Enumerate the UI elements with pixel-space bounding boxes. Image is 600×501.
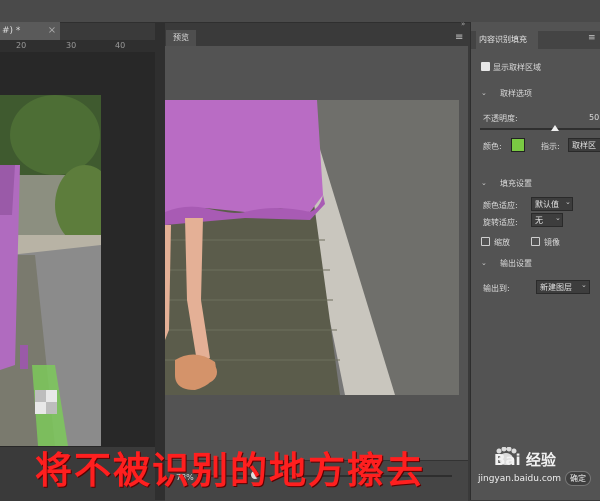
tutorial-caption: 将不被识别的地方擦去 xyxy=(35,448,425,492)
watermark-brand: Bai 经验 xyxy=(494,451,556,469)
panel-divider xyxy=(155,22,165,500)
ruler-tick-label: 30 xyxy=(66,41,77,50)
opacity-value[interactable]: 50 xyxy=(589,113,599,122)
output-to-label: 输出到: xyxy=(483,284,510,293)
app-top-bar xyxy=(0,0,600,23)
chevron-down-icon: ⌄ xyxy=(555,214,561,222)
show-sampling-label: 显示取样区域 xyxy=(493,63,541,72)
indicator-label: 指示: xyxy=(541,142,560,151)
rotation-adapt-label: 旋转适应: xyxy=(483,218,518,227)
indicator-select[interactable]: 取样区 xyxy=(568,138,600,152)
scale-checkbox[interactable] xyxy=(481,237,490,246)
tab-preview-label: 预览 xyxy=(173,33,189,42)
tab-preview[interactable]: 预览 xyxy=(166,30,196,46)
close-icon[interactable]: × xyxy=(47,22,57,40)
scale-label: 缩放 xyxy=(494,238,510,247)
collapse-panels-icon[interactable]: » xyxy=(461,20,465,28)
opacity-slider-handle[interactable] xyxy=(551,125,559,131)
chevron-down-icon: ⌄ xyxy=(565,198,571,206)
confirm-button[interactable]: 确定 xyxy=(565,471,591,486)
fill-section-title[interactable]: 填充设置 xyxy=(500,178,532,189)
ruler-tick-label: 20 xyxy=(16,41,27,50)
hamburger-icon[interactable]: ≡ xyxy=(455,32,463,43)
output-to-value: 新建图层 xyxy=(540,283,572,292)
document-photo[interactable] xyxy=(0,95,101,446)
color-adapt-label: 颜色适应: xyxy=(483,201,518,210)
color-adapt-value: 默认值 xyxy=(535,200,559,209)
ruler-tick-label: 40 xyxy=(115,41,126,50)
opacity-label: 不透明度: xyxy=(483,114,518,123)
mirror-label: 镜像 xyxy=(544,238,560,247)
tab-content-aware-fill[interactable]: 内容识别填充 xyxy=(476,31,538,49)
sampling-section-title[interactable]: 取样选项 xyxy=(500,88,532,99)
watermark-url: jingyan.baidu.com xyxy=(478,474,562,484)
panel-menu-icon[interactable]: ≡ xyxy=(588,33,596,43)
color-swatch[interactable] xyxy=(511,138,525,152)
show-sampling-checkbox[interactable] xyxy=(481,62,490,71)
mirror-checkbox[interactable] xyxy=(531,237,540,246)
chevron-down-icon[interactable]: ⌄ xyxy=(481,259,487,267)
tab-content-aware-fill-label: 内容识别填充 xyxy=(479,35,527,44)
chevron-down-icon: ⌄ xyxy=(581,281,587,289)
chevron-down-icon[interactable]: ⌄ xyxy=(481,89,487,97)
document-tab-title: #) * xyxy=(2,26,21,36)
content-aware-fill-panel xyxy=(470,22,600,500)
color-label: 颜色: xyxy=(483,142,502,151)
output-section-title[interactable]: 输出设置 xyxy=(500,258,532,269)
chevron-down-icon[interactable]: ⌄ xyxy=(481,179,487,187)
preview-photo[interactable] xyxy=(165,100,459,395)
opacity-slider[interactable] xyxy=(480,128,600,130)
rotation-adapt-value: 无 xyxy=(535,216,543,225)
